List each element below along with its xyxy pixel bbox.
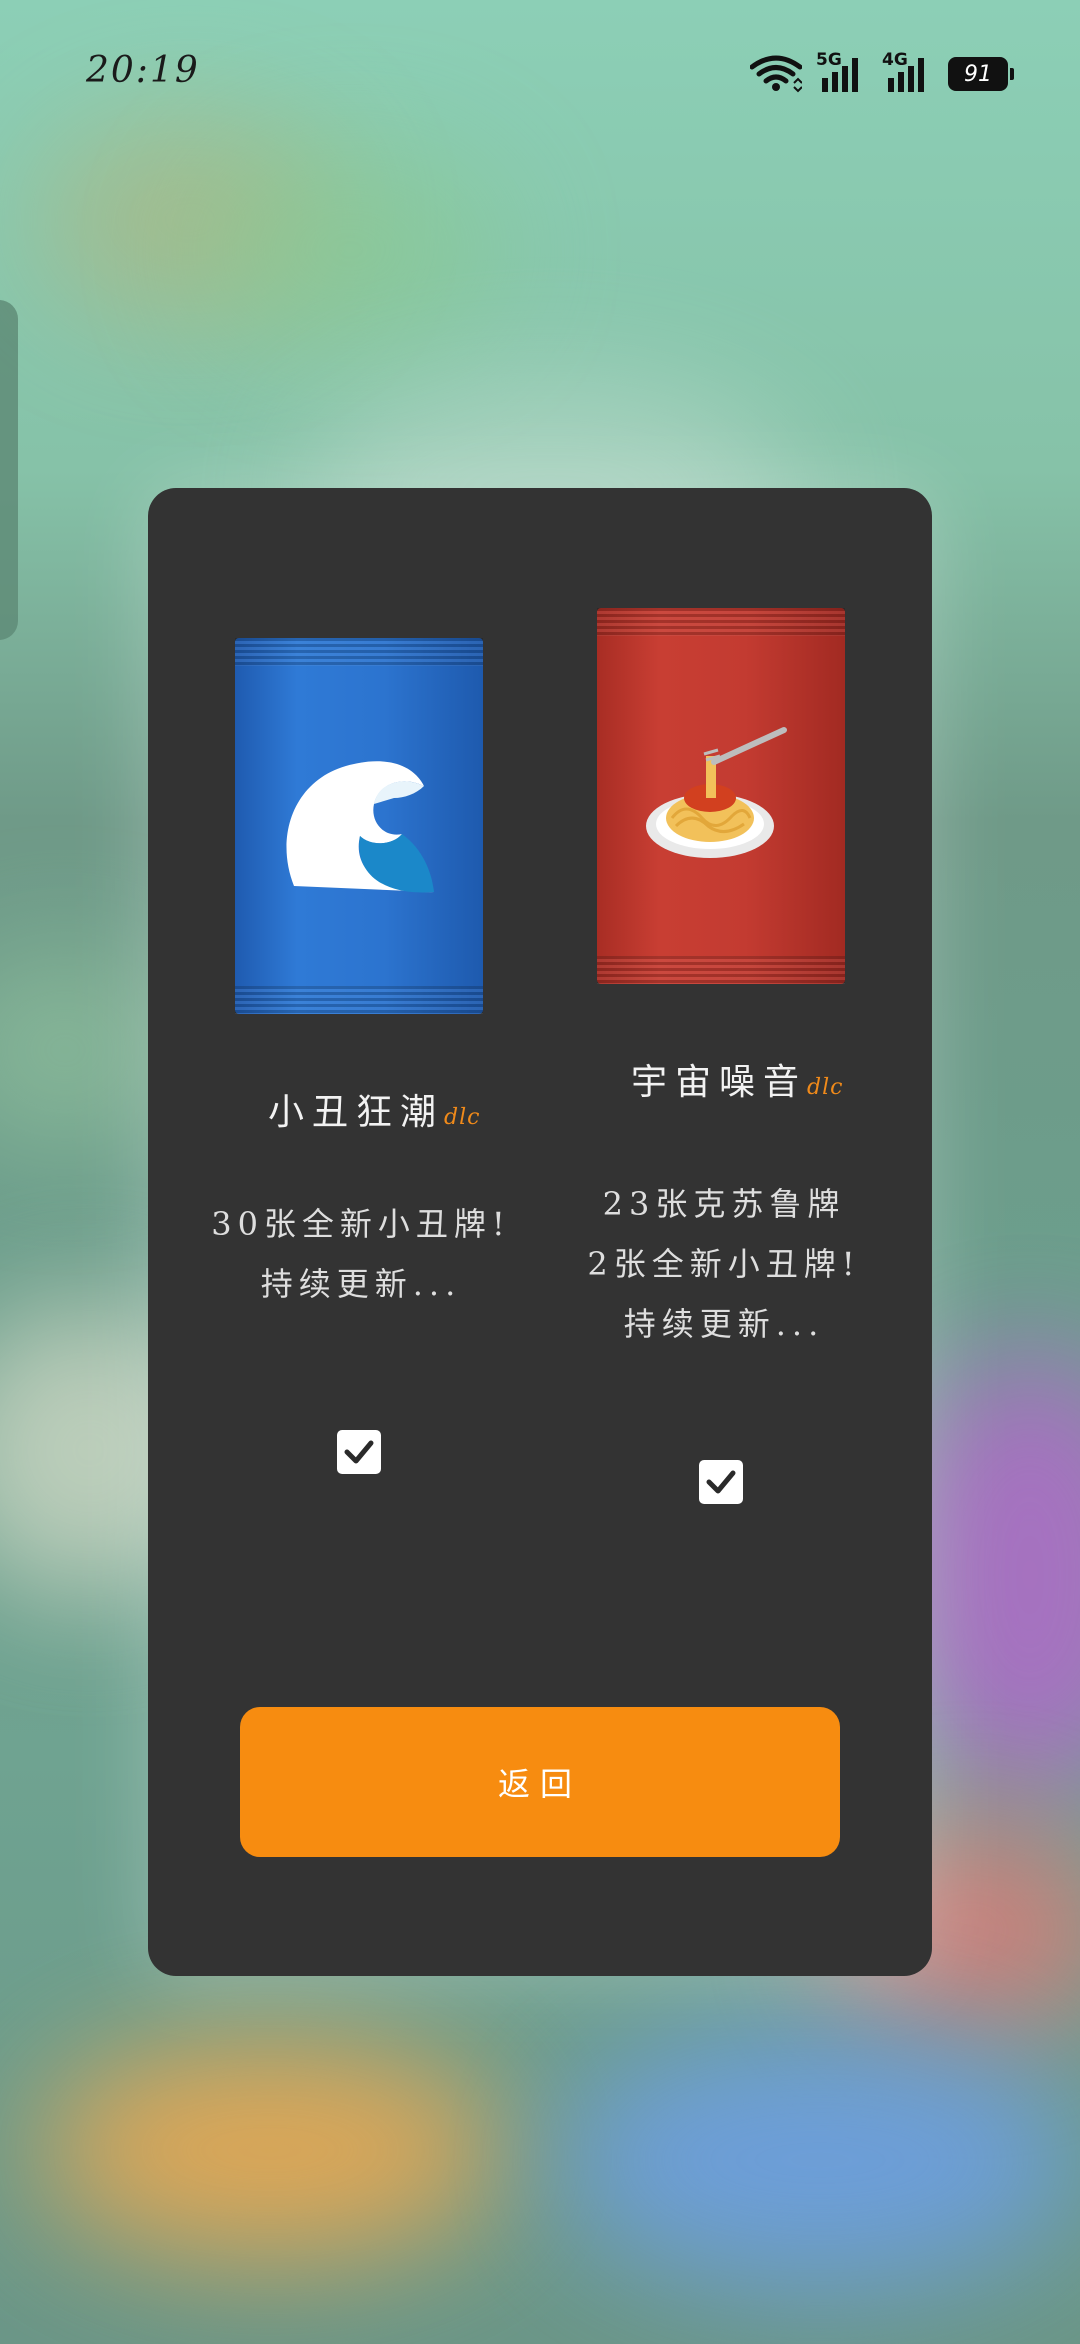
- pack-crimp-bottom: [235, 986, 483, 1014]
- pack-description-2: 23张克苏鲁牌 2张全新小丑牌! 持续更新...: [568, 1174, 880, 1354]
- pack-2-checkbox[interactable]: [699, 1460, 743, 1504]
- status-time: 20:19: [86, 50, 200, 91]
- desc-line: 30张全新小丑牌!: [211, 1205, 511, 1243]
- dlc-pack-card-2[interactable]: [597, 608, 845, 984]
- checkmark-icon: [344, 1440, 374, 1464]
- dlc-pack-card-1[interactable]: [235, 638, 483, 1014]
- desc-line: 2张全新小丑牌!: [587, 1245, 861, 1283]
- signal-4g-icon: 4G: [882, 50, 934, 94]
- checkmark-icon: [706, 1470, 736, 1494]
- battery-level: 91: [964, 61, 992, 87]
- back-button[interactable]: 返回: [240, 1707, 840, 1857]
- desc-line: 23张克苏鲁牌: [602, 1185, 846, 1223]
- pack-description-1: 30张全新小丑牌! 持续更新...: [206, 1194, 516, 1314]
- dlc-selection-dialog: 小丑狂潮dlc 30张全新小丑牌! 持续更新... 宇宙噪音dlc 23张克苏鲁…: [148, 488, 932, 1976]
- pack-crimp-bottom: [597, 956, 845, 984]
- dlc-tag: dlc: [807, 1075, 844, 1100]
- pack-1-checkbox[interactable]: [337, 1430, 381, 1474]
- desc-line: 持续更新...: [623, 1305, 825, 1343]
- battery-icon: 91: [948, 57, 1014, 91]
- pack-title-text: 小丑狂潮: [268, 1092, 445, 1133]
- status-icons: 5G 4G 91: [750, 50, 1014, 94]
- dlc-tag: dlc: [444, 1105, 481, 1130]
- pack-crimp-top: [235, 638, 483, 666]
- edge-panel-handle[interactable]: [0, 300, 18, 640]
- desc-line: 持续更新...: [260, 1265, 462, 1303]
- wave-icon: [286, 761, 434, 893]
- wifi-icon: [750, 55, 802, 93]
- pack-title-2: 宇宙噪音dlc: [631, 1053, 843, 1105]
- pack-title-text: 宇宙噪音: [631, 1062, 808, 1103]
- status-bar: 20:19 5G 4G 91: [0, 0, 1080, 150]
- signal-5g-icon: 5G: [816, 50, 868, 94]
- pack-title-1: 小丑狂潮dlc: [268, 1083, 480, 1135]
- pack-crimp-top: [597, 608, 845, 636]
- spaghetti-icon: [646, 727, 787, 858]
